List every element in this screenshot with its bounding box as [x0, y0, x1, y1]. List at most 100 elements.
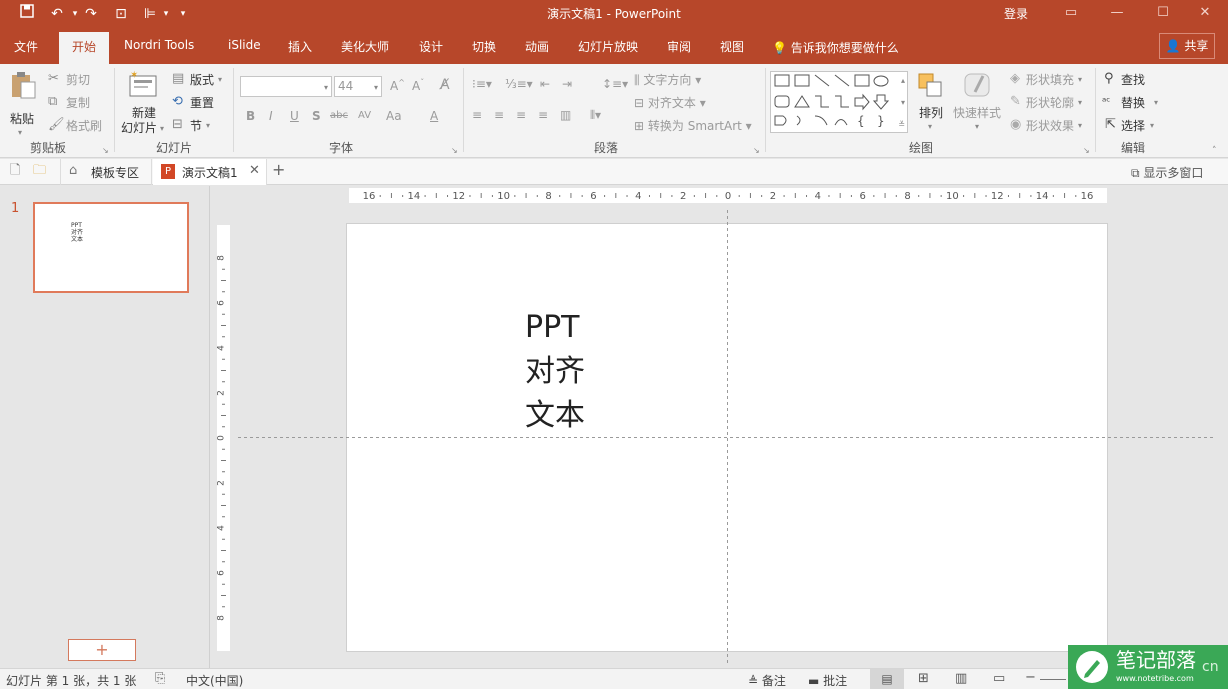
align-right-button[interactable]: ≡: [516, 108, 526, 122]
select-dropdown-icon[interactable]: ▾: [1150, 119, 1154, 133]
tab-home[interactable]: 开始: [59, 32, 109, 64]
notes-button[interactable]: ≜ 备注: [748, 672, 786, 689]
font-size-select[interactable]: 44 ▾: [334, 76, 382, 97]
shapes-gallery[interactable]: {} ▴ ▾ ≚: [770, 71, 908, 133]
shape-effects-button[interactable]: 形状效果: [1026, 117, 1074, 134]
char-spacing-button[interactable]: AV: [358, 110, 371, 121]
font-color-button[interactable]: A: [430, 109, 438, 123]
quick-styles-dropdown-icon[interactable]: ▾: [975, 120, 979, 134]
increase-indent-button[interactable]: ⇥: [562, 77, 572, 91]
maximize-icon[interactable]: ☐: [1140, 2, 1186, 24]
tab-view[interactable]: 视图: [720, 38, 744, 55]
minimize-icon[interactable]: —: [1094, 2, 1140, 24]
tab-design[interactable]: 设计: [419, 38, 443, 55]
quick-styles-button[interactable]: 快速样式: [953, 104, 1001, 121]
shape-effects-dropdown-icon[interactable]: ▾: [1078, 119, 1082, 133]
layout-dropdown-icon[interactable]: ▾: [218, 73, 222, 87]
tab-islide[interactable]: iSlide: [228, 38, 261, 52]
clear-formatting-button[interactable]: A̸: [440, 77, 450, 93]
ribbon-display-options-icon[interactable]: ▭: [1048, 2, 1094, 24]
distributed-button[interactable]: ▥: [560, 108, 571, 122]
strikethrough-button[interactable]: abc: [330, 110, 348, 121]
spellcheck-icon[interactable]: ⎘: [155, 672, 165, 686]
tell-me-search[interactable]: 💡 告诉我你想要做什么: [772, 39, 899, 56]
replace-button[interactable]: 替换: [1121, 94, 1145, 111]
add-slide-button[interactable]: +: [68, 639, 136, 661]
format-painter-button[interactable]: 格式刷: [66, 117, 102, 134]
find-button[interactable]: 查找: [1121, 71, 1145, 88]
tab-template-zone[interactable]: ⌂ 模板专区: [60, 159, 152, 185]
tab-slideshow[interactable]: 幻灯片放映: [578, 38, 638, 55]
paste-button[interactable]: 粘贴 ▾: [6, 70, 40, 137]
select-button[interactable]: 选择: [1121, 117, 1145, 134]
numbering-button[interactable]: ⅓≡▾: [505, 77, 533, 91]
tab-transitions[interactable]: 切换: [472, 38, 496, 55]
replace-dropdown-icon[interactable]: ▾: [1154, 96, 1158, 110]
shrink-font-button[interactable]: Aˇ: [412, 78, 424, 93]
comments-button[interactable]: ▬ 批注: [808, 672, 847, 689]
shape-outline-dropdown-icon[interactable]: ▾: [1078, 96, 1082, 110]
tab-beautify-master[interactable]: 美化大师: [341, 38, 389, 55]
reset-button[interactable]: 重置: [190, 94, 214, 111]
justify-button[interactable]: ≡: [538, 108, 548, 122]
slide-sorter-icon[interactable]: ⊞: [918, 672, 929, 686]
bullets-button[interactable]: ⁝≡▾: [472, 77, 492, 91]
new-tab-icon[interactable]: +: [272, 162, 285, 178]
clipboard-launcher-icon[interactable]: ↘: [102, 144, 109, 158]
gallery-down-icon[interactable]: ▾: [901, 96, 905, 110]
slide-canvas[interactable]: [346, 223, 1108, 652]
text-direction-button[interactable]: ⫼ 文字方向 ▾: [634, 71, 701, 88]
normal-view-button[interactable]: ▤: [870, 669, 904, 689]
line-spacing-button[interactable]: ↕≡▾: [602, 77, 628, 91]
tab-animations[interactable]: 动画: [525, 38, 549, 55]
underline-button[interactable]: U: [290, 109, 299, 123]
login-link[interactable]: 登录: [1004, 5, 1028, 22]
decrease-indent-button[interactable]: ⇤: [540, 77, 550, 91]
close-icon[interactable]: ✕: [1182, 2, 1228, 24]
align-left-button[interactable]: ≡: [472, 108, 482, 122]
layout-button[interactable]: 版式: [190, 71, 214, 88]
tab-current-document[interactable]: P 演示文稿1 ✕: [153, 159, 267, 185]
grow-font-button[interactable]: A^: [390, 78, 405, 93]
arrange-dropdown-icon[interactable]: ▾: [928, 120, 932, 134]
zoom-slider[interactable]: [1040, 679, 1066, 680]
tab-insert[interactable]: 插入: [288, 38, 312, 55]
columns-button[interactable]: ⫴▾: [590, 108, 601, 123]
shape-fill-button[interactable]: 形状填充: [1026, 71, 1074, 88]
folder-icon[interactable]: 🗀: [33, 164, 46, 178]
show-windows-button[interactable]: ⧉ 显示多窗口: [1131, 164, 1203, 181]
new-document-icon[interactable]: 🗋: [10, 164, 20, 178]
close-tab-icon[interactable]: ✕: [249, 164, 260, 178]
slideshow-view-icon[interactable]: ▭: [993, 672, 1005, 686]
smartart-button[interactable]: ⊞ 转换为 SmartArt ▾: [634, 117, 752, 134]
slide-thumbnail[interactable]: PPT 对齐 文本: [33, 202, 189, 293]
shadow-button[interactable]: S: [312, 109, 321, 123]
new-slide-dropdown-icon[interactable]: ▾: [160, 122, 164, 136]
paragraph-launcher-icon[interactable]: ↘: [753, 144, 760, 158]
zoom-out-icon[interactable]: −: [1025, 671, 1036, 685]
tab-file[interactable]: 文件: [14, 38, 38, 55]
font-launcher-icon[interactable]: ↘: [451, 144, 458, 158]
bold-button[interactable]: B: [246, 109, 255, 123]
gallery-more-icon[interactable]: ≚: [898, 118, 905, 132]
share-button[interactable]: 👤 共享: [1159, 33, 1215, 59]
slide-text-box[interactable]: PPT 对齐 文本: [525, 306, 585, 438]
shape-fill-dropdown-icon[interactable]: ▾: [1078, 73, 1082, 87]
tab-review[interactable]: 审阅: [667, 38, 691, 55]
gallery-up-icon[interactable]: ▴: [901, 74, 905, 88]
language-status[interactable]: 中文(中国): [186, 672, 243, 689]
section-dropdown-icon[interactable]: ▾: [206, 119, 210, 133]
cut-button[interactable]: 剪切: [66, 71, 90, 88]
reading-view-icon[interactable]: ▥: [955, 672, 967, 686]
align-text-button[interactable]: ⊟ 对齐文本 ▾: [634, 94, 706, 111]
drawing-launcher-icon[interactable]: ↘: [1083, 144, 1090, 158]
arrange-button[interactable]: 排列: [919, 104, 943, 121]
change-case-button[interactable]: Aa: [386, 109, 402, 123]
collapse-ribbon-icon[interactable]: ˄: [1212, 144, 1217, 158]
shape-outline-button[interactable]: 形状轮廓: [1026, 94, 1074, 111]
font-name-select[interactable]: ▾: [240, 76, 332, 97]
copy-button[interactable]: 复制: [66, 94, 90, 111]
new-slide-button-line2[interactable]: 幻灯片: [121, 119, 157, 136]
align-center-button[interactable]: ≡: [494, 108, 504, 122]
section-button[interactable]: 节: [190, 117, 202, 134]
